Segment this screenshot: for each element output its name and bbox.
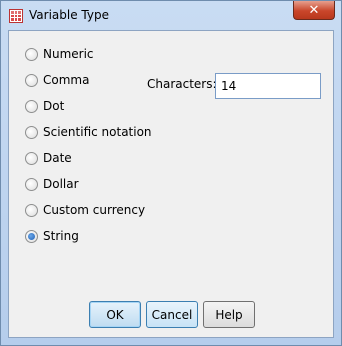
- data-grid-icon: [9, 9, 23, 23]
- close-button[interactable]: ✕: [293, 1, 335, 20]
- variable-type-dialog: Variable Type ✕ Numeric Comma Dot Scient…: [0, 0, 342, 346]
- radio-button-icon[interactable]: [25, 99, 38, 113]
- radio-label-date: Date: [43, 151, 72, 165]
- cancel-button[interactable]: Cancel: [146, 301, 198, 328]
- characters-input[interactable]: [215, 73, 321, 99]
- radio-label-scientific-notation: Scientific notation: [43, 125, 152, 139]
- radio-button-icon[interactable]: [25, 125, 38, 139]
- radio-custom-currency[interactable]: Custom currency: [25, 201, 145, 219]
- help-button[interactable]: Help: [203, 301, 255, 328]
- radio-button-icon[interactable]: [25, 47, 38, 61]
- ok-button[interactable]: OK: [89, 301, 141, 328]
- radio-label-numeric: Numeric: [43, 47, 94, 61]
- radio-button-icon[interactable]: [25, 151, 38, 165]
- close-icon: ✕: [308, 2, 320, 18]
- dialog-body: Numeric Comma Dot Scientific notation Da…: [8, 30, 334, 338]
- radio-button-icon[interactable]: [25, 177, 38, 191]
- radio-label-dot: Dot: [43, 99, 65, 113]
- radio-dot[interactable]: Dot: [25, 97, 64, 115]
- radio-numeric[interactable]: Numeric: [25, 45, 94, 63]
- radio-label-comma: Comma: [43, 73, 90, 87]
- help-button-label: Help: [215, 307, 243, 322]
- radio-button-icon[interactable]: [25, 73, 38, 87]
- radio-button-selected-icon[interactable]: [25, 229, 38, 243]
- radio-comma[interactable]: Comma: [25, 71, 89, 89]
- radio-date[interactable]: Date: [25, 149, 72, 167]
- radio-label-string: String: [43, 229, 79, 243]
- characters-label: Characters:: [147, 77, 217, 91]
- radio-string[interactable]: String: [25, 227, 79, 245]
- radio-label-dollar: Dollar: [43, 177, 79, 191]
- cancel-button-label: Cancel: [151, 307, 193, 322]
- ok-button-label: OK: [106, 307, 124, 322]
- radio-button-icon[interactable]: [25, 203, 38, 217]
- window-title: Variable Type: [29, 8, 109, 22]
- radio-scientific-notation[interactable]: Scientific notation: [25, 123, 152, 141]
- radio-dollar[interactable]: Dollar: [25, 175, 79, 193]
- title-bar: Variable Type ✕: [1, 1, 341, 31]
- radio-label-custom-currency: Custom currency: [43, 203, 146, 217]
